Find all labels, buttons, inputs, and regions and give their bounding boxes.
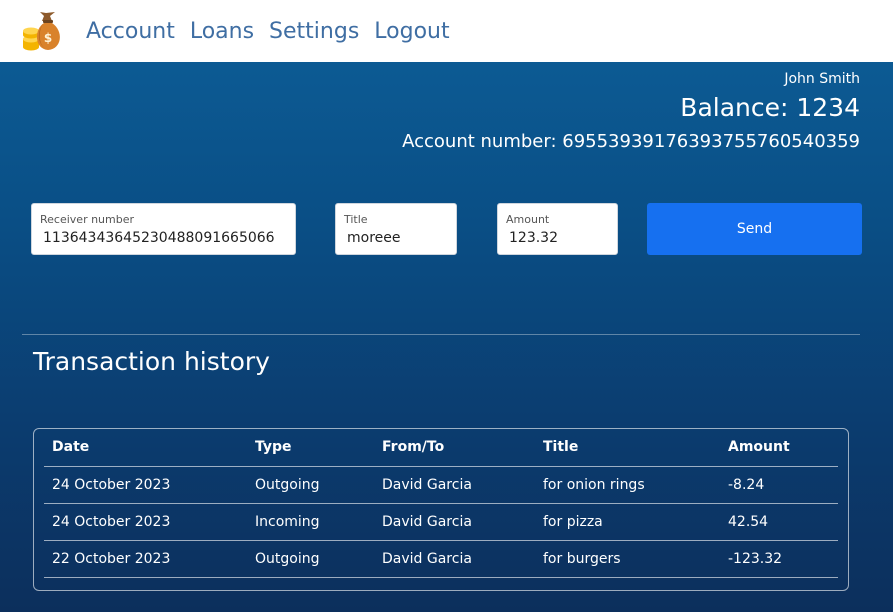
title-field[interactable]: Title xyxy=(335,203,457,255)
nav-settings-link[interactable]: Settings xyxy=(269,19,359,44)
user-name: John Smith xyxy=(784,71,860,87)
title-input[interactable] xyxy=(339,227,453,249)
account-balance: Balance: 1234 xyxy=(680,93,860,122)
table-row: 22 October 2023 Outgoing David Garcia fo… xyxy=(44,540,838,578)
nav-logout-link[interactable]: Logout xyxy=(374,19,449,44)
nav-links: Account Loans Settings Logout xyxy=(86,0,465,62)
column-header-amount: Amount xyxy=(720,429,838,467)
cell-amount: -8.24 xyxy=(720,466,838,504)
amount-input[interactable] xyxy=(501,227,614,249)
svg-text:$: $ xyxy=(44,31,52,45)
cell-type: Outgoing xyxy=(247,466,374,504)
cell-date: 24 October 2023 xyxy=(44,503,247,541)
cell-type: Incoming xyxy=(247,503,374,541)
nav-account-link[interactable]: Account xyxy=(86,19,175,44)
cell-from-to: David Garcia xyxy=(374,503,535,541)
transaction-history-card: Date Type From/To Title Amount 24 Octobe… xyxy=(33,428,849,591)
cell-date: 22 October 2023 xyxy=(44,540,247,578)
column-header-type: Type xyxy=(247,429,374,467)
account-number: Account number: 695539391763937557605403… xyxy=(402,131,860,152)
amount-label: Amount xyxy=(506,213,550,226)
cell-title: for onion rings xyxy=(535,466,720,504)
column-header-from-to: From/To xyxy=(374,429,535,467)
table-row: 24 October 2023 Incoming David Garcia fo… xyxy=(44,503,838,541)
receiver-number-field[interactable]: Receiver number xyxy=(31,203,296,255)
transaction-history-title: Transaction history xyxy=(33,347,270,376)
send-button[interactable]: Send xyxy=(647,203,862,255)
cell-amount: 42.54 xyxy=(720,503,838,541)
cell-title: for burgers xyxy=(535,540,720,578)
column-header-date: Date xyxy=(44,429,247,467)
title-label: Title xyxy=(344,213,368,226)
table-header-row: Date Type From/To Title Amount xyxy=(44,429,838,467)
table-row: 24 October 2023 Outgoing David Garcia fo… xyxy=(44,466,838,504)
nav-loans-link[interactable]: Loans xyxy=(190,19,254,44)
receiver-number-label: Receiver number xyxy=(40,213,135,226)
cell-from-to: David Garcia xyxy=(374,540,535,578)
cell-title: for pizza xyxy=(535,503,720,541)
cell-amount: -123.32 xyxy=(720,540,838,578)
cell-from-to: David Garcia xyxy=(374,466,535,504)
cell-date: 24 October 2023 xyxy=(44,466,247,504)
section-divider xyxy=(22,334,860,335)
amount-field[interactable]: Amount xyxy=(497,203,618,255)
money-bag-coins-icon[interactable]: $ xyxy=(20,9,68,53)
cell-type: Outgoing xyxy=(247,540,374,578)
navbar: $ Account Loans Settings Logout xyxy=(0,0,893,62)
transaction-table: Date Type From/To Title Amount 24 Octobe… xyxy=(44,429,838,578)
receiver-number-input[interactable] xyxy=(35,227,292,249)
column-header-title: Title xyxy=(535,429,720,467)
